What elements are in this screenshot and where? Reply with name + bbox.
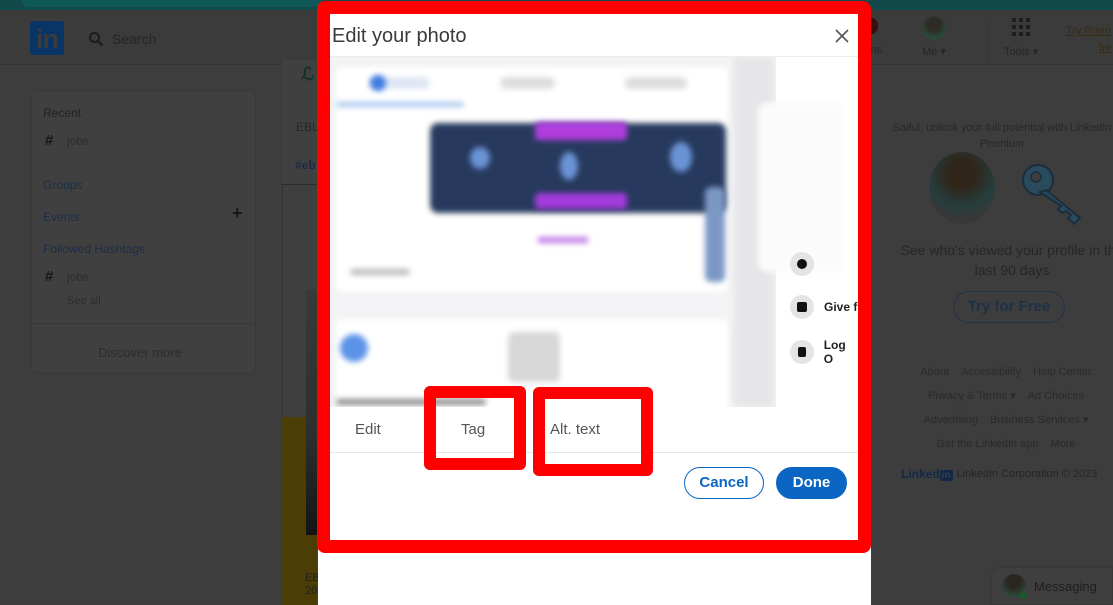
- photo-blur-avatar: [340, 334, 368, 362]
- see-all-link[interactable]: See all: [67, 295, 101, 307]
- messaging-bar[interactable]: Messaging: [991, 567, 1113, 605]
- footer-link-ad-choices[interactable]: Ad Choices: [1028, 390, 1084, 402]
- footer-link-help-center[interactable]: Help Center: [1033, 366, 1092, 378]
- recent-heading: Recent: [43, 106, 82, 120]
- brand-word: Linked: [901, 467, 940, 481]
- search-placeholder: Search: [112, 31, 157, 47]
- photo-blur-dot: [370, 75, 386, 91]
- profile-viewers-text: See who's viewed your profile in the las…: [900, 242, 1113, 278]
- photo-blur-figure: [560, 152, 578, 180]
- photo-blur-figure: [705, 187, 725, 282]
- nav-tools[interactable]: Tools ▾: [1004, 16, 1038, 58]
- try-premium-link[interactable]: Try Prem fre: [1066, 23, 1113, 57]
- search-box[interactable]: Search: [88, 28, 156, 50]
- photo-blur-tab: [500, 77, 555, 89]
- footer-link-get-app[interactable]: Get the LinkedIn app: [936, 438, 1038, 450]
- try-premium-line1: Try Prem: [1066, 25, 1111, 37]
- logout-icon: [790, 340, 814, 364]
- photo-blur-underline: [336, 102, 464, 107]
- footer-link-advertising[interactable]: Advertising: [924, 414, 978, 426]
- photo-menu-row: Give f: [790, 295, 857, 319]
- photo-menu-row: [790, 252, 814, 276]
- me-label: Me ▾: [922, 46, 946, 58]
- hashtag-icon: #: [45, 268, 54, 285]
- left-card-divider: [32, 323, 255, 324]
- brand-in-logo: in: [939, 470, 953, 481]
- add-event-plus-icon[interactable]: +: [232, 203, 243, 224]
- photo-blur-monitor: [508, 332, 560, 382]
- hashtag-icon: #: [45, 132, 54, 149]
- highlight-box-tag: [424, 386, 526, 470]
- copyright-text: LinkedIn Corporation © 2023: [956, 468, 1098, 480]
- close-icon[interactable]: [832, 26, 852, 46]
- photo-blur-purple: [535, 122, 627, 140]
- followed-hashtags-link[interactable]: Followed Hashtags: [43, 242, 145, 256]
- nav-divider: [988, 20, 989, 65]
- highlight-box-alt-text: [533, 387, 653, 476]
- nav-me[interactable]: Me ▾: [922, 16, 946, 58]
- messaging-avatar: [1002, 574, 1028, 600]
- me-avatar: [922, 16, 946, 40]
- events-link[interactable]: Events: [43, 210, 80, 224]
- modal-title: Edit your photo: [332, 25, 467, 47]
- messaging-label: Messaging: [1034, 578, 1097, 594]
- footer-link-accessibility[interactable]: Accessibility: [961, 366, 1021, 378]
- photo-blur-link: [538, 237, 588, 243]
- photo-menu-label: Log O: [823, 338, 846, 366]
- try-for-free-button[interactable]: Try for Free: [953, 291, 1065, 323]
- photo-blur-figure: [470, 147, 490, 169]
- footer-link-about[interactable]: About: [920, 366, 949, 378]
- recent-item-jobs[interactable]: jobs: [67, 134, 89, 148]
- search-icon: [89, 32, 104, 47]
- moon-icon: [790, 252, 814, 276]
- browser-active-tab[interactable]: [22, 0, 322, 7]
- footer-links: About Accessibility Help Center Privacy & …: [896, 360, 1113, 456]
- footer-brand: Linked in LinkedIn Corporation © 2023: [901, 467, 1097, 481]
- org-logo-icon: ℒ: [301, 64, 314, 84]
- groups-link[interactable]: Groups: [43, 178, 82, 192]
- photo-blur-purple: [535, 193, 627, 209]
- linkedin-wordmark: Linked in: [901, 467, 953, 481]
- apps-grid-icon: [1012, 18, 1031, 36]
- feed-hashtag[interactable]: #eb: [295, 158, 316, 172]
- profile-photo: [929, 152, 995, 224]
- feed-org-name: EBL: [296, 120, 319, 134]
- left-sidebar-card: Recent # jobs Groups Events + Followed H…: [31, 90, 256, 373]
- premium-promo-text: Saiful, unlock your full potential with …: [892, 122, 1112, 150]
- photo-blur-tab: [625, 77, 687, 89]
- footer-link-more[interactable]: More: [1051, 438, 1076, 450]
- done-button[interactable]: Done: [776, 467, 847, 499]
- linkedin-logo[interactable]: in: [30, 21, 64, 55]
- photo-blur-figure: [670, 142, 692, 172]
- footer-link-privacy-terms[interactable]: Privacy & Terms ▾: [928, 390, 1016, 402]
- footer-link-business-services[interactable]: Business Services ▾: [990, 414, 1088, 426]
- hashtag-item-jobs[interactable]: jobs: [67, 270, 89, 284]
- photo-menu-row: Log O: [790, 338, 858, 366]
- tab-edit[interactable]: Edit: [355, 421, 381, 438]
- photo-menu-label: Give f: [824, 300, 858, 314]
- discover-more-link[interactable]: Discover more: [98, 345, 182, 360]
- tools-label: Tools ▾: [1004, 46, 1039, 58]
- key-icon: [1022, 164, 1082, 226]
- photo-blur-dropdown: [758, 102, 844, 272]
- try-premium-line2: fre: [1099, 42, 1112, 54]
- cancel-button[interactable]: Cancel: [684, 467, 764, 499]
- photo-preview: Give f Log O: [330, 57, 858, 407]
- photo-blur-caption: [350, 269, 410, 275]
- feedback-icon: [790, 295, 814, 319]
